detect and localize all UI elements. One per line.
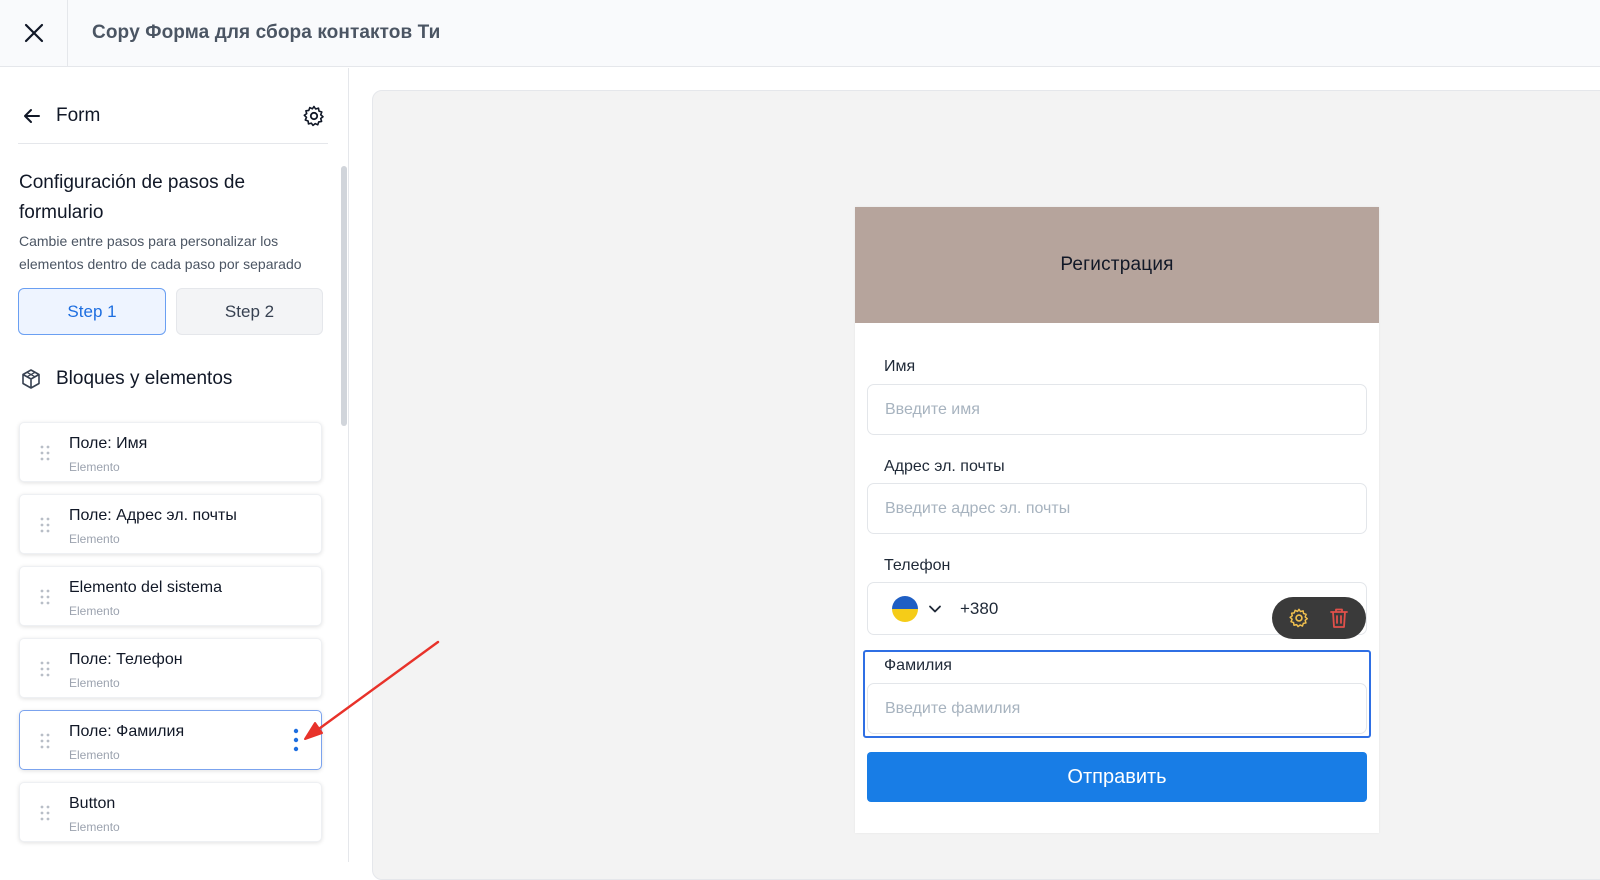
gear-icon: [303, 105, 324, 127]
element-type: Elemento: [69, 820, 120, 834]
block-toolbar: [1272, 597, 1366, 639]
element-type: Elemento: [69, 460, 120, 474]
steps-description: Cambie entre pasos para personalizar los…: [19, 233, 302, 272]
gear-icon: [1289, 608, 1309, 628]
block-delete-button[interactable]: [1327, 606, 1351, 630]
form-settings-button[interactable]: [300, 102, 328, 130]
drag-handle-icon[interactable]: [38, 588, 52, 606]
sidebar-header: Form: [18, 88, 328, 144]
form-preview: Регистрация Имя Введите имя Адрес эл. по…: [855, 207, 1379, 833]
drag-handle-icon[interactable]: [38, 660, 52, 678]
chevron-down-icon[interactable]: [928, 602, 942, 616]
element-card-active[interactable]: Поле: Фамилия Elemento: [19, 710, 322, 770]
sidebar-scrollbar[interactable]: [341, 166, 347, 426]
phone-field-label: Телефон: [884, 557, 951, 574]
email-field-placeholder: Введите адрес эл. почты: [885, 499, 1071, 517]
sidebar-title: Form: [56, 104, 101, 126]
name-field-placeholder: Введите имя: [885, 400, 980, 418]
close-icon: [24, 23, 43, 43]
element-card[interactable]: Button Elemento: [19, 782, 322, 842]
element-type: Elemento: [69, 676, 120, 690]
element-name: Поле: Телефон: [69, 651, 183, 668]
element-card[interactable]: Elemento del sistema Elemento: [19, 566, 322, 626]
sidebar: Form Configuración de pasos de formulari…: [0, 68, 349, 862]
block-settings-button[interactable]: [1287, 606, 1311, 630]
steps-title: Configuración de pasos de formulario: [19, 172, 246, 223]
form-banner[interactable]: Регистрация: [855, 207, 1379, 323]
surname-field-label: Фамилия: [884, 657, 952, 674]
more-options-icon[interactable]: [291, 727, 301, 753]
blocks-title: Bloques y elementos: [56, 368, 233, 389]
element-name: Поле: Фамилия: [69, 723, 185, 740]
element-name: Elemento del sistema: [69, 579, 222, 596]
cube-icon: [22, 369, 40, 389]
page-title: Copy Форма для сбора контактов Ти: [92, 22, 441, 43]
submit-button[interactable]: Отправить: [867, 752, 1367, 802]
ukraine-flag-icon[interactable]: [892, 595, 918, 622]
step-2-button[interactable]: Step 2: [176, 288, 323, 335]
form-banner-title: Регистрация: [1060, 254, 1174, 275]
email-field[interactable]: Введите адрес эл. почты: [867, 483, 1367, 534]
arrow-left-icon: [24, 108, 40, 123]
close-button[interactable]: [0, 0, 68, 67]
surname-field[interactable]: Введите фамилия: [867, 683, 1367, 734]
element-card[interactable]: Поле: Имя Elemento: [19, 422, 322, 482]
drag-handle-icon[interactable]: [38, 804, 52, 822]
drag-handle-icon[interactable]: [38, 732, 52, 750]
element-name: Поле: Адрес эл. почты: [69, 507, 237, 524]
element-type: Elemento: [69, 532, 120, 546]
element-type: Elemento: [69, 748, 120, 762]
blocks-header: Bloques y elementos: [20, 368, 232, 390]
name-field-label: Имя: [884, 358, 916, 375]
element-name: Поле: Имя: [69, 435, 148, 452]
email-field-label: Адрес эл. почты: [884, 458, 1005, 475]
element-type: Elemento: [69, 604, 120, 618]
back-button[interactable]: [18, 102, 46, 130]
element-name: Button: [69, 795, 116, 812]
element-card[interactable]: Поле: Адрес эл. почты Elemento: [19, 494, 322, 554]
name-field[interactable]: Введите имя: [867, 384, 1367, 435]
step-1-button[interactable]: Step 1: [18, 288, 166, 335]
surname-field-placeholder: Введите фамилия: [885, 699, 1021, 717]
top-bar: Copy Форма для сбора контактов Ти: [0, 0, 1600, 67]
trash-icon: [1329, 608, 1348, 628]
element-card[interactable]: Поле: Телефон Elemento: [19, 638, 322, 698]
drag-handle-icon[interactable]: [38, 516, 52, 534]
phone-country-code: +380: [960, 598, 999, 618]
drag-handle-icon[interactable]: [38, 444, 52, 462]
